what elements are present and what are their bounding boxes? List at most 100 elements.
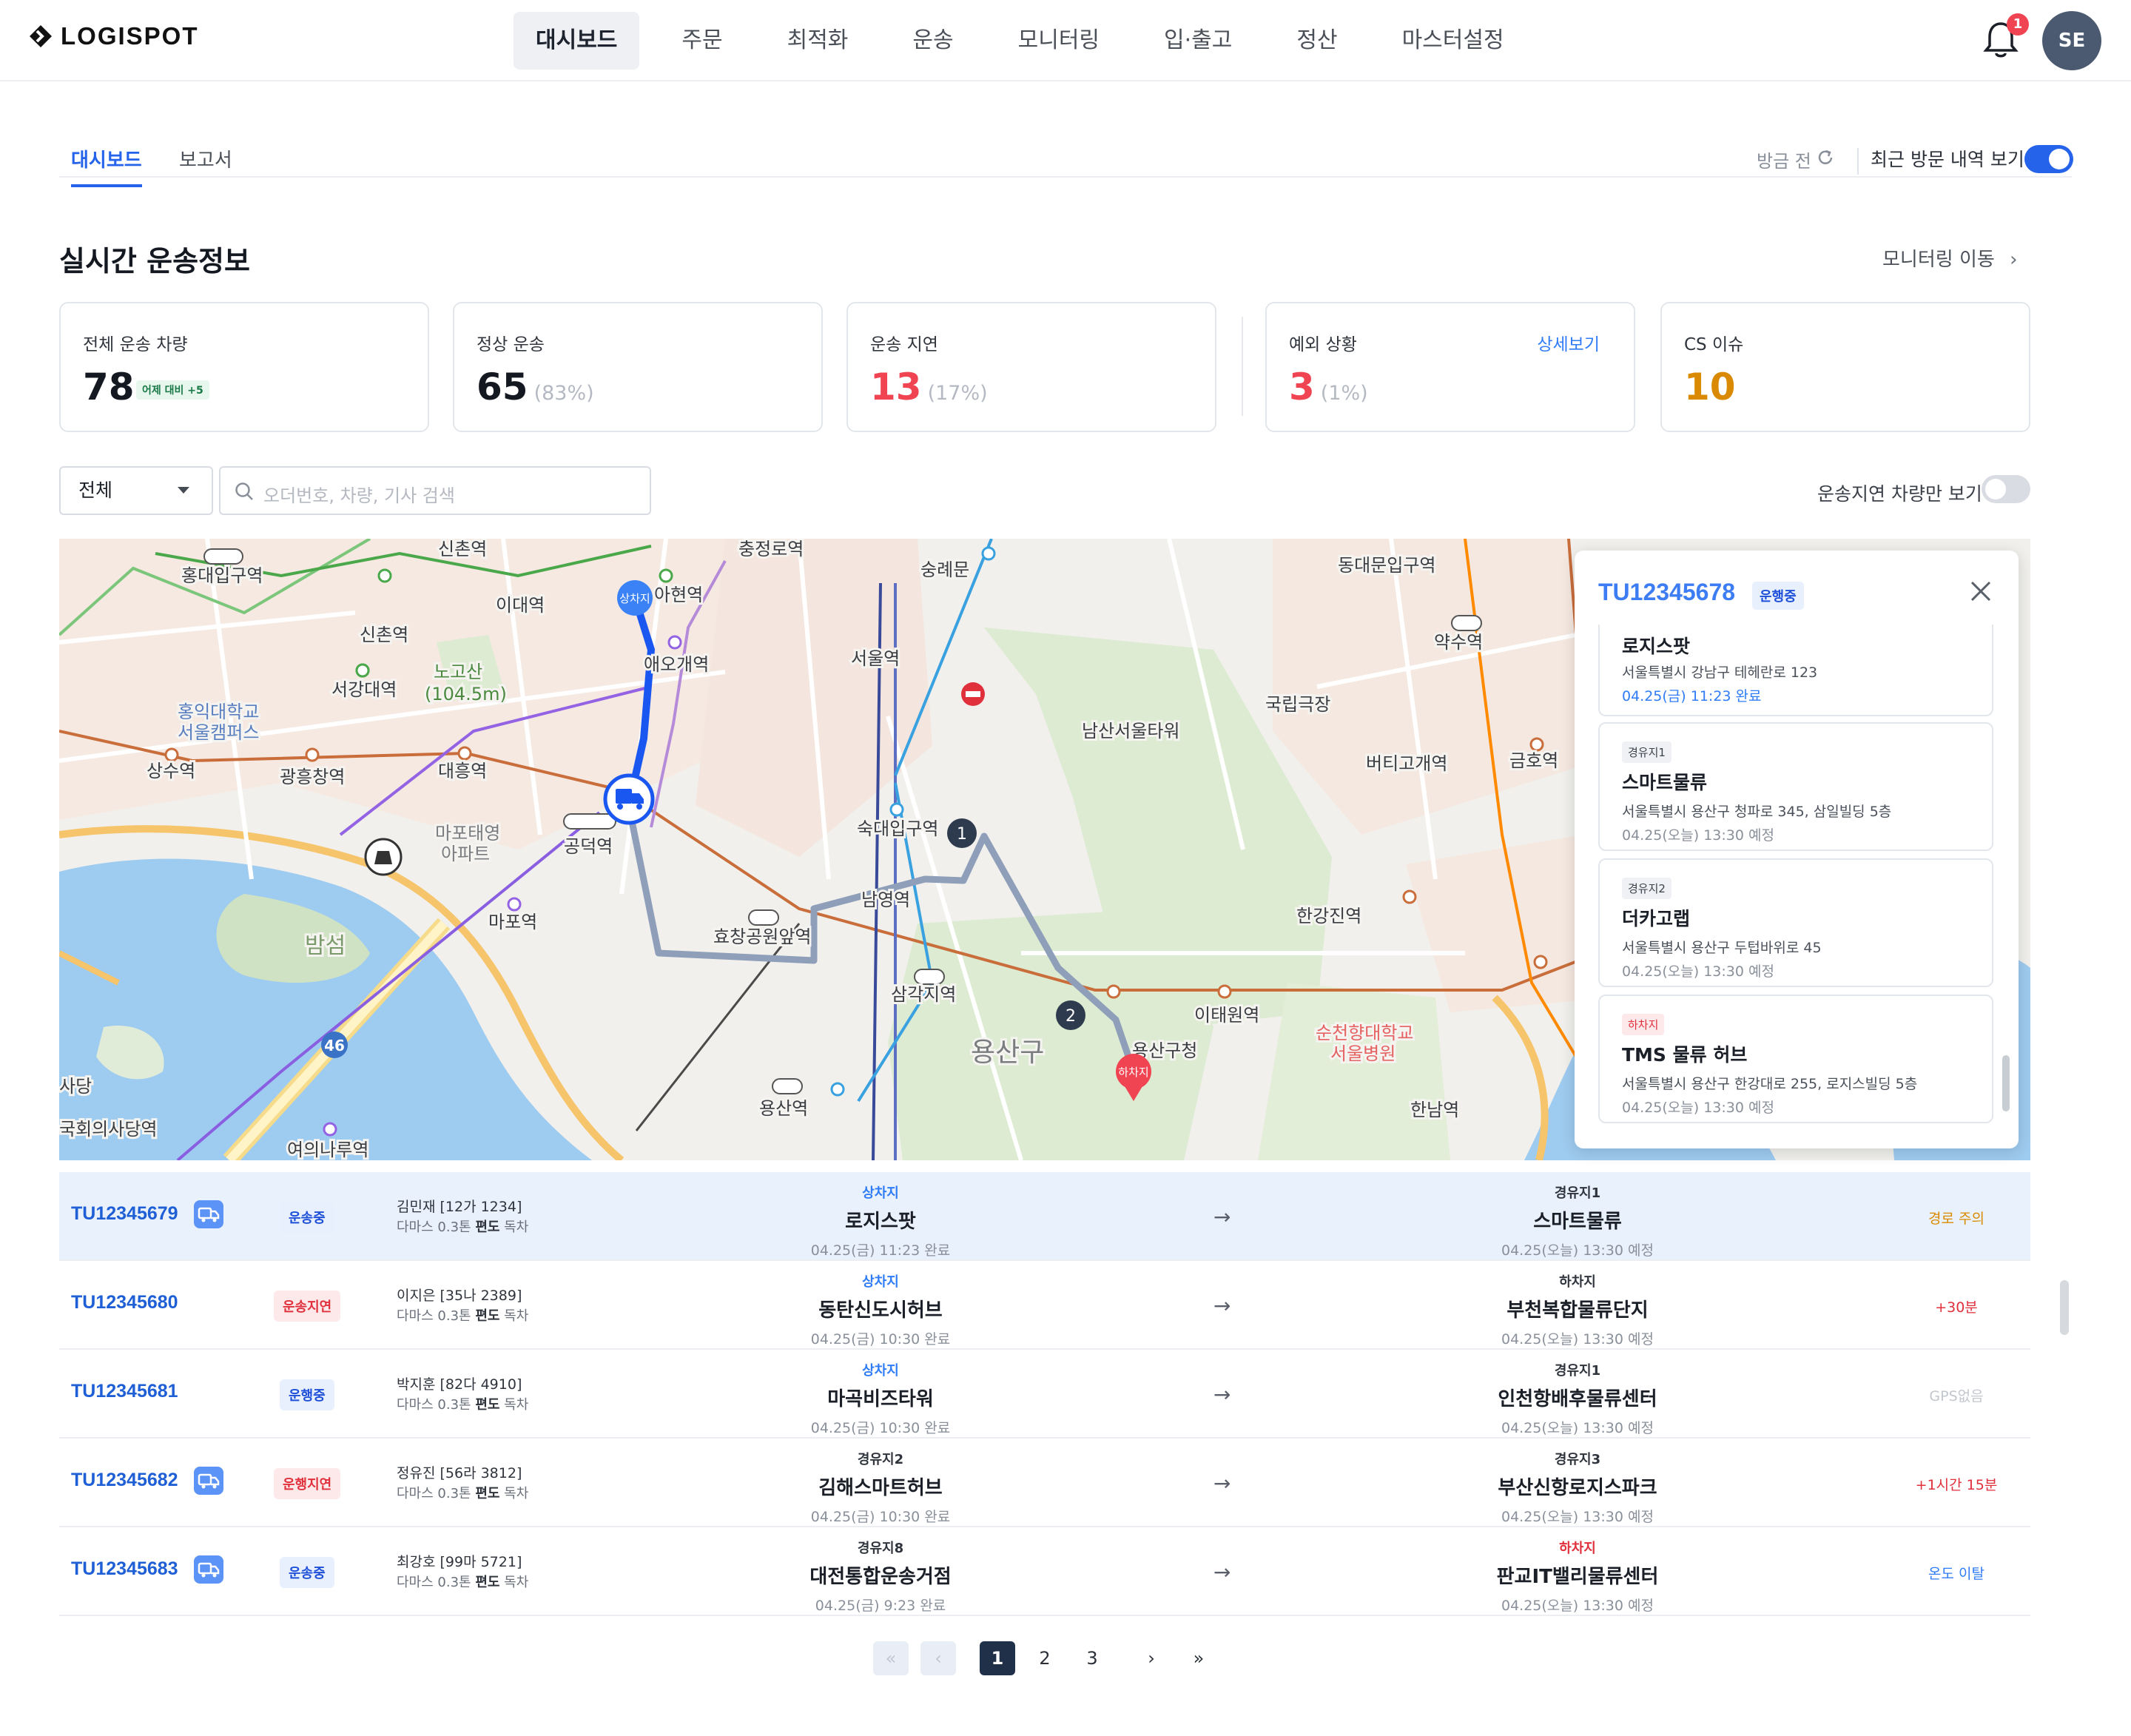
nav-dashboard[interactable]: 대시보드 — [514, 12, 640, 70]
kpi-label: 정상 운송 — [477, 335, 545, 354]
arrow-right-icon: → — [1213, 1471, 1231, 1496]
map-label: (104.5m) — [425, 684, 507, 704]
kpi-exception[interactable]: 예외 상황 상세보기 3 (1%) — [1265, 302, 1635, 432]
page-button-2[interactable]: 2 — [1027, 1641, 1063, 1675]
stop-address: 서울특별시 용산구 청파로 345, 삼일빌딩 5층 — [1622, 804, 1892, 820]
route-shield-number: 46 — [324, 1037, 345, 1054]
map-label: 버티고개역 — [1366, 753, 1447, 774]
row-note: 경로 주의 — [1928, 1211, 1984, 1227]
search-input[interactable]: 오더번호, 차량, 기사 검색 — [219, 466, 651, 515]
order-id[interactable]: TU12345679 — [71, 1203, 178, 1225]
kpi-percent: (1%) — [1320, 382, 1368, 405]
kpi-label: CS 이슈 — [1684, 335, 1744, 354]
last-page-button[interactable]: » — [1181, 1641, 1216, 1675]
kpi-value: 10 — [1684, 366, 1736, 408]
kpi-total-vehicles[interactable]: 전체 운송 차량 78 어제 대비 +5 — [59, 302, 429, 432]
shipment-table: TU12345679 운송중 김민재 [12가 1234] 다마스 0.3톤 편… — [59, 1172, 2030, 1616]
nav-settlement[interactable]: 정산 — [1274, 12, 1359, 70]
avatar[interactable]: SE — [2042, 11, 2101, 70]
stop-address: 서울특별시 강남구 테헤란로 123 — [1622, 665, 1818, 681]
kpi-label: 전체 운송 차량 — [83, 335, 188, 354]
page-button-3[interactable]: 3 — [1074, 1641, 1110, 1675]
dropoff-marker-label: 하차지 — [1118, 1066, 1148, 1079]
vehicle-info: 다마스 0.3톤 편도 독차 — [397, 1486, 529, 1501]
map-label: 용산구 — [971, 1037, 1044, 1068]
pickup-marker[interactable]: 상차지 — [617, 580, 653, 616]
kpi-detail-link[interactable]: 상세보기 — [1537, 330, 1600, 355]
kpi-delay[interactable]: 운송 지연 13 (17%) — [846, 302, 1216, 432]
nav-optimization[interactable]: 최적화 — [765, 12, 871, 70]
status-badge: 운송중 — [280, 1202, 334, 1233]
truck-icon — [194, 1467, 223, 1495]
page-button-1[interactable]: 1 — [980, 1641, 1015, 1675]
map-label: 서울역 — [851, 648, 900, 669]
no-entry-icon[interactable] — [961, 682, 985, 706]
logo[interactable]: LOGISPOT — [28, 22, 199, 50]
status-badge: 운행지연 — [274, 1468, 341, 1499]
stop-address: 서울특별시 용산구 두텁바위로 45 — [1622, 940, 1822, 956]
table-row[interactable]: TU12345681 운행중 박지훈 [82다 4910] 다마스 0.3톤 편… — [59, 1350, 2030, 1439]
nav-master-settings[interactable]: 마스터설정 — [1380, 12, 1526, 70]
vehicle-info: 다마스 0.3톤 편도 독차 — [397, 1219, 529, 1235]
top-navigation-bar: LOGISPOT 대시보드 주문 최적화 운송 모니터링 입·출고 정산 마스터… — [0, 0, 2131, 81]
refresh-icon[interactable] — [1816, 148, 1835, 167]
filter-select[interactable]: 전체 — [59, 466, 213, 515]
panel-scrollbar[interactable] — [2002, 1055, 2010, 1111]
logo-icon — [30, 25, 52, 47]
stop-name: TMS 물류 허브 — [1622, 1044, 1748, 1066]
map-label: 아파트 — [441, 844, 490, 864]
nav-orders[interactable]: 주문 — [659, 12, 744, 70]
order-id[interactable]: TU12345680 — [71, 1292, 178, 1313]
chevron-right-icon: › — [2010, 249, 2018, 271]
map-label: 공덕역 — [564, 836, 613, 857]
order-id[interactable]: TU12345681 — [71, 1381, 178, 1402]
map-label: 여의나루역 — [287, 1140, 368, 1160]
table-row[interactable]: TU12345680 운송지연 이지은 [35나 2389] 다마스 0.3톤 … — [59, 1261, 2030, 1350]
table-row[interactable]: TU12345682 운행지연 정유진 [56라 3812] 다마스 0.3톤 … — [59, 1439, 2030, 1527]
recent-visit-toggle[interactable] — [2024, 145, 2073, 173]
nav-inout[interactable]: 입·출고 — [1142, 12, 1254, 70]
chevron-down-icon — [178, 487, 189, 494]
table-row[interactable]: TU12345679 운송중 김민재 [12가 1234] 다마스 0.3톤 편… — [59, 1172, 2030, 1261]
monitoring-link[interactable]: 모니터링 이동 › — [1882, 244, 2017, 272]
stop-tag: 하차지 — [1622, 1014, 1665, 1035]
stop-marker-number: 2 — [1066, 1007, 1076, 1026]
panel-stop-pickup[interactable]: 로지스팟 서울특별시 강남구 테헤란로 123 04.25(금) 11:23 완… — [1598, 625, 1993, 716]
map-label: 숭례문 — [920, 559, 969, 580]
vehicle-info: 다마스 0.3톤 편도 독차 — [397, 1397, 529, 1413]
map-label: 마포태영 — [435, 823, 500, 844]
next-page-button[interactable]: › — [1134, 1641, 1169, 1675]
stop-marker-1[interactable]: 1 — [947, 818, 977, 848]
kpi-cs-issues[interactable]: CS 이슈 10 — [1660, 302, 2030, 432]
first-page-button[interactable]: « — [873, 1641, 909, 1675]
stop-marker-2[interactable]: 2 — [1056, 1000, 1085, 1030]
truck-icon — [194, 1555, 223, 1584]
order-id[interactable]: TU12345683 — [71, 1558, 178, 1580]
recent-visit-label: 최근 방문 내역 보기 — [1871, 149, 2024, 170]
nav-monitoring[interactable]: 모니터링 — [996, 12, 1122, 70]
tab-report[interactable]: 보고서 — [179, 145, 232, 184]
order-id[interactable]: TU12345682 — [71, 1470, 178, 1491]
tab-dashboard[interactable]: 대시보드 — [71, 145, 142, 187]
panel-stop-dropoff[interactable]: 하차지 TMS 물류 허브 서울특별시 용산구 한강대로 255, 로지스빌딩 … — [1598, 995, 1993, 1123]
table-row[interactable]: TU12345683 운송중 최강호 [99마 5721] 다마스 0.3톤 편… — [59, 1527, 2030, 1616]
table-scrollbar[interactable] — [2060, 1280, 2069, 1335]
stop-tag: 경유지2 — [1622, 878, 1672, 899]
panel-stop-waypoint-2[interactable]: 경유지2 더카고랩 서울특별시 용산구 두텁바위로 45 04.25(오늘) 1… — [1598, 858, 1993, 987]
kpi-normal[interactable]: 정상 운송 65 (83%) — [453, 302, 823, 432]
origin-cell: 상차지 마곡비즈타워 04.25(금) 10:30 완료 — [810, 1363, 951, 1436]
truck-marker-icon[interactable] — [603, 773, 655, 825]
driver-info: 최강호 [99마 5721] — [397, 1554, 522, 1570]
close-icon[interactable] — [1970, 580, 1992, 602]
stop-name: 로지스팟 — [1622, 636, 1691, 657]
map-label: 삼각지역 — [891, 984, 956, 1005]
courier-marker-icon[interactable] — [364, 838, 403, 876]
panel-stop-waypoint-1[interactable]: 경유지1 스마트물류 서울특별시 용산구 청파로 345, 삼일빌딩 5층 04… — [1598, 722, 1993, 851]
kpi-percent: (83%) — [533, 382, 594, 405]
vehicle-info: 다마스 0.3톤 편도 독차 — [397, 1308, 529, 1324]
panel-order-id[interactable]: TU12345678 — [1598, 579, 1735, 606]
prev-page-button[interactable]: ‹ — [920, 1641, 956, 1675]
delay-only-toggle[interactable] — [1982, 475, 2030, 503]
nav-transport[interactable]: 운송 — [890, 12, 975, 70]
status-badge: 운송중 — [280, 1557, 334, 1588]
